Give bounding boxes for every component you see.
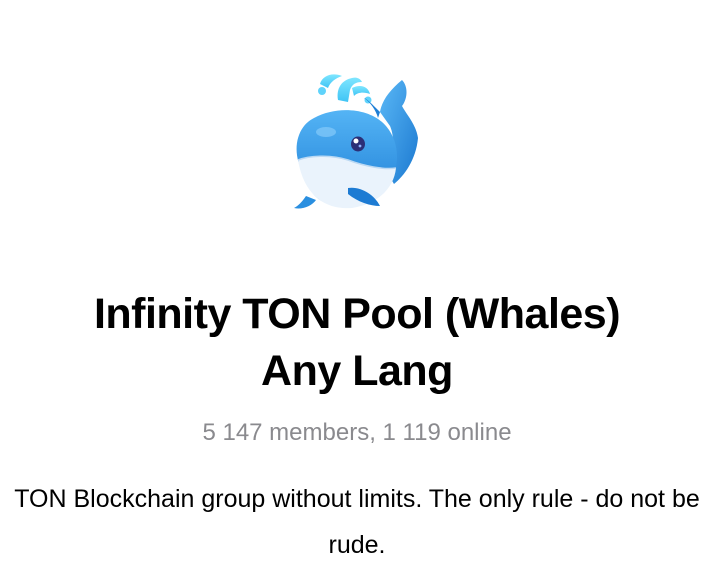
- title-line-1: Infinity TON Pool (Whales): [93, 290, 621, 338]
- members-count: 5 147 members, 1 119 online: [202, 419, 512, 446]
- page-title: Infinity TON Pool (Whales) Any Lang: [0, 286, 714, 400]
- whale-icon: [286, 64, 428, 214]
- channel-description: TON Blockchain group without limits. The…: [14, 485, 700, 559]
- title-line-2: Any Lang: [261, 347, 453, 395]
